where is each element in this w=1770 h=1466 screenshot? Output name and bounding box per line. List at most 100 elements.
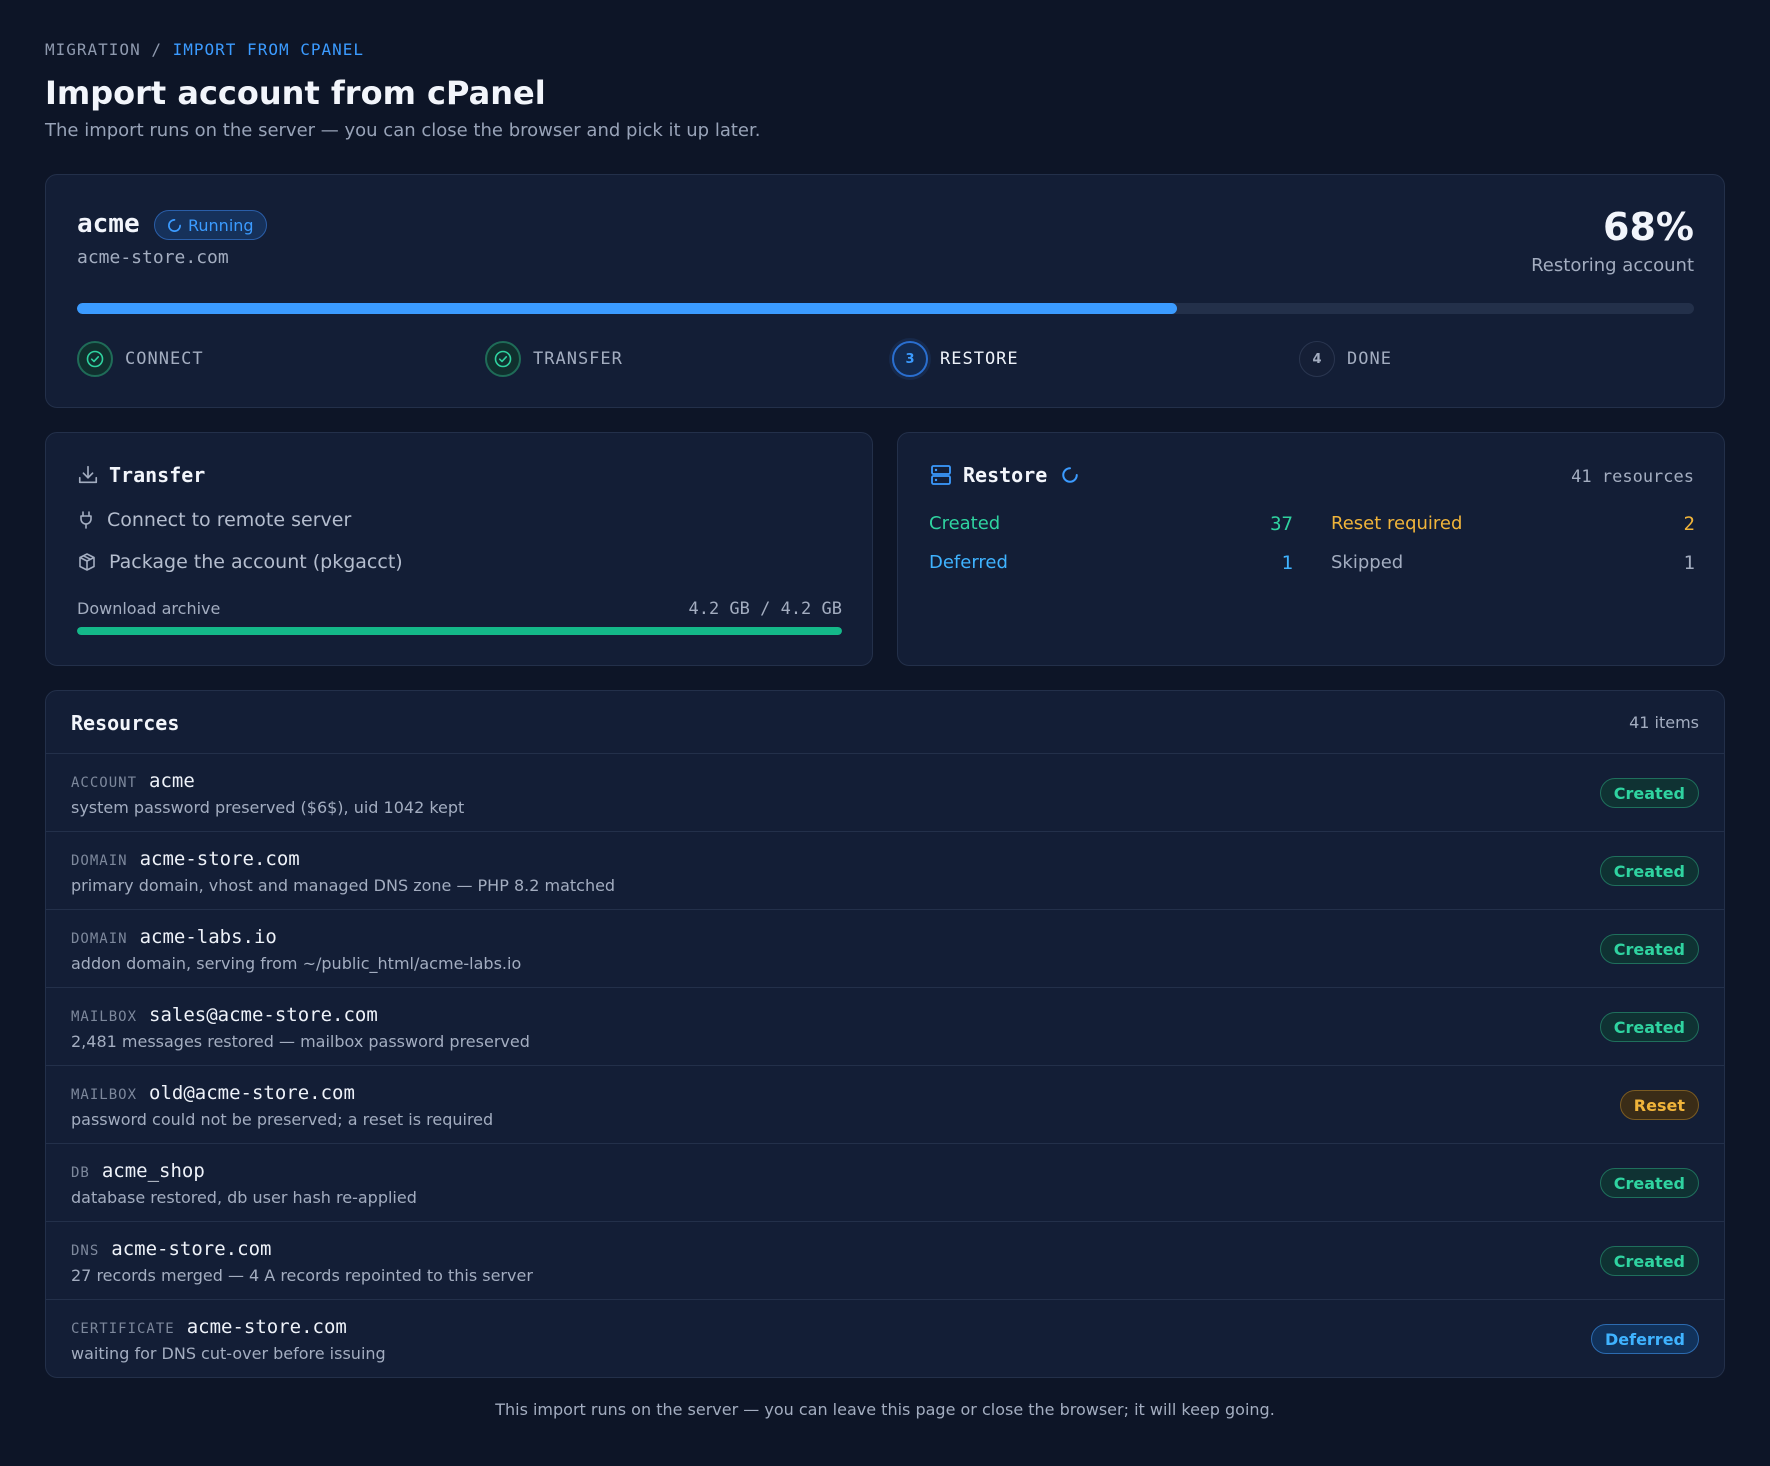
table-row[interactable]: CERTIFICATE acme-store.com waiting for DN… — [46, 1300, 1724, 1377]
import-status-card: acme Running acme-store.com 68% Restorin… — [45, 174, 1725, 408]
step-number: 3 — [892, 341, 928, 377]
page-subtitle: The import runs on the server — you can … — [45, 120, 761, 141]
resource-kind: DOMAIN — [71, 853, 128, 869]
resource-kind: ACCOUNT — [71, 775, 138, 791]
table-row[interactable]: MAILBOX old@acme-store.com password could… — [46, 1066, 1724, 1144]
restore-resource-count: 41 resources — [1571, 467, 1694, 487]
account-domain: acme-store.com — [77, 247, 229, 268]
stat-deferred: Deferred 1 — [929, 552, 1293, 574]
resources-count: 41 items — [1629, 713, 1699, 732]
package-icon — [77, 552, 97, 572]
transfer-header: Transfer — [77, 463, 205, 487]
resource-description: addon domain, serving from ~/public_html… — [71, 954, 522, 973]
spinner-icon — [1061, 466, 1079, 484]
plug-icon — [77, 510, 95, 530]
status-badge: Created — [1599, 778, 1699, 808]
table-row[interactable]: DOMAIN acme-store.com primary domain, vho… — [46, 832, 1724, 910]
status-badge: Reset — [1619, 1090, 1699, 1120]
resource-name: acme-store.com — [139, 848, 300, 870]
table-row[interactable]: DB acme_shop database restored, db user h… — [46, 1144, 1724, 1222]
breadcrumb: MIGRATION / IMPORT FROM CPANEL — [45, 40, 364, 59]
resource-description: 2,481 messages restored — mailbox passwo… — [71, 1032, 530, 1051]
stat-label: Created — [929, 513, 1001, 534]
table-row[interactable]: DOMAIN acme-labs.io addon domain, serving… — [46, 910, 1724, 988]
status-badge: Deferred — [1590, 1324, 1699, 1354]
status-badge: Running — [154, 210, 267, 240]
resource-name: acme-store.com — [111, 1238, 272, 1260]
overall-progress-bar — [77, 303, 1694, 314]
transfer-step-label: Package the account (pkgacct) — [109, 551, 403, 573]
spinner-icon — [167, 218, 182, 233]
resource-description: system password preserved ($6$), uid 104… — [71, 798, 465, 817]
step-transfer: TRANSFER — [485, 341, 623, 377]
stat-skipped: Skipped 1 — [1331, 552, 1695, 574]
resources-table: Resources 41 items ACCOUNT acme system pa… — [45, 690, 1725, 1378]
stat-value: 1 — [1281, 552, 1293, 574]
progress-percent: 68% — [1603, 205, 1694, 249]
resource-name: acme-store.com — [186, 1316, 347, 1338]
stat-value: 1 — [1683, 552, 1695, 574]
resource-name: old@acme-store.com — [149, 1082, 355, 1104]
status-badge: Created — [1599, 1012, 1699, 1042]
resource-name: acme-labs.io — [139, 926, 277, 948]
status-badge: Created — [1599, 1168, 1699, 1198]
stat-label: Deferred — [929, 552, 1008, 573]
stat-label: Reset required — [1331, 513, 1463, 534]
resource-description: waiting for DNS cut-over before issuing — [71, 1344, 386, 1363]
status-badge-label: Running — [188, 215, 254, 235]
resource-description: 27 records merged — 4 A records repointe… — [71, 1266, 533, 1285]
download-icon — [77, 464, 99, 486]
step-label: DONE — [1347, 349, 1392, 369]
download-label: Download archive — [77, 599, 221, 618]
breadcrumb-current: IMPORT FROM CPANEL — [172, 40, 365, 59]
overall-progress-fill — [77, 303, 1177, 314]
resource-kind: MAILBOX — [71, 1087, 138, 1103]
resources-title: Resources — [71, 711, 180, 735]
step-restore: 3 RESTORE — [892, 341, 1019, 377]
stepper: CONNECT TRANSFER 3 RESTORE 4 DONE — [77, 341, 1694, 377]
stat-created: Created 37 — [929, 513, 1293, 535]
transfer-title: Transfer — [109, 463, 206, 487]
step-done: 4 DONE — [1299, 341, 1392, 377]
step-label: TRANSFER — [533, 349, 623, 369]
resource-name: acme_shop — [101, 1160, 205, 1182]
resource-kind: DNS — [71, 1243, 100, 1259]
resources-header: Resources 41 items — [46, 691, 1724, 754]
resource-kind: DOMAIN — [71, 931, 128, 947]
table-row[interactable]: MAILBOX sales@acme-store.com 2,481 messag… — [46, 988, 1724, 1066]
status-badge: Created — [1599, 1246, 1699, 1276]
stat-value: 2 — [1683, 513, 1695, 535]
footer-note: This import runs on the server — you can… — [495, 1400, 1275, 1419]
step-connect: CONNECT — [77, 341, 204, 377]
breadcrumb-separator: / — [151, 40, 162, 59]
resource-kind: MAILBOX — [71, 1009, 138, 1025]
download-progress-bar — [77, 627, 842, 635]
stat-reset-required: Reset required 2 — [1331, 513, 1695, 535]
server-icon — [929, 463, 953, 487]
resource-name: acme — [149, 770, 195, 792]
download-progress-fill — [77, 627, 842, 635]
resource-name: sales@acme-store.com — [149, 1004, 378, 1026]
progress-phase: Restoring account — [1531, 255, 1694, 276]
table-row[interactable]: DNS acme-store.com 27 records merged — 4 … — [46, 1222, 1724, 1300]
restore-title: Restore — [963, 463, 1048, 487]
step-label: CONNECT — [125, 349, 204, 369]
stat-label: Skipped — [1331, 552, 1404, 573]
transfer-card: Transfer Connect to remote server Packag… — [45, 432, 873, 666]
page-title: Import account from cPanel — [45, 74, 546, 112]
download-size: 4.2 GB / 4.2 GB — [688, 599, 842, 619]
check-icon — [485, 341, 521, 377]
resource-kind: DB — [71, 1165, 90, 1181]
resource-description: primary domain, vhost and managed DNS zo… — [71, 876, 616, 895]
restore-header: Restore — [929, 463, 1079, 487]
resource-description: database restored, db user hash re-appli… — [71, 1188, 417, 1207]
resource-description: password could not be preserved; a reset… — [71, 1110, 494, 1129]
transfer-step-label: Connect to remote server — [107, 509, 352, 531]
table-row[interactable]: ACCOUNT acme system password preserved ($… — [46, 754, 1724, 832]
restore-card: Restore 41 resources Created 37 Reset re… — [897, 432, 1725, 666]
check-icon — [77, 341, 113, 377]
account-name: acme — [77, 209, 140, 239]
breadcrumb-parent[interactable]: MIGRATION — [45, 40, 141, 59]
stat-value: 37 — [1270, 513, 1293, 535]
transfer-step: Package the account (pkgacct) — [77, 551, 403, 573]
